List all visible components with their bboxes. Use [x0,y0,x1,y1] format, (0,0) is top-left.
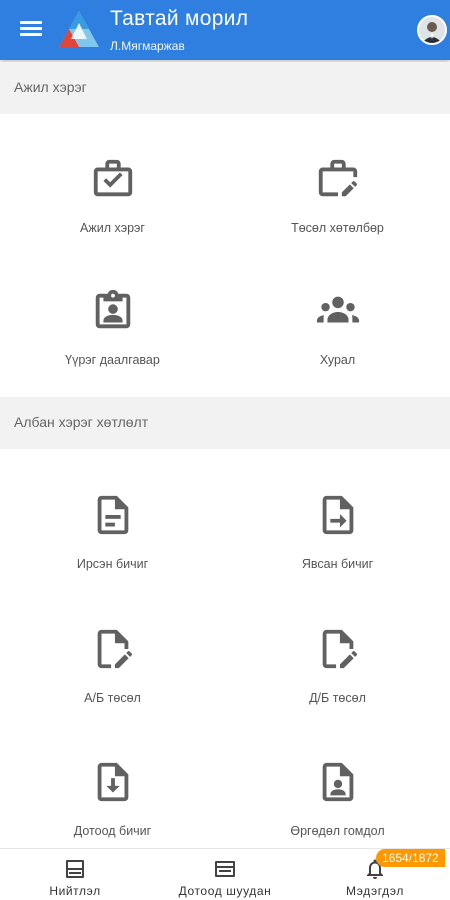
avatar-photo-icon [419,17,445,43]
tile-label: А/Б төсөл [84,691,141,705]
tile-ab-draft[interactable]: А/Б төсөл [0,600,225,730]
tile-meeting[interactable]: Хурал [225,262,450,392]
briefcase-edit-icon [318,159,358,197]
file-download-icon [97,762,129,802]
file-account-icon [322,762,354,802]
user-name: Л.Мягмаржав [110,39,185,53]
notification-count-badge: 1654/1872 [376,849,445,867]
file-document-icon [97,495,129,535]
nav-item-mail[interactable]: Дотоод шуудан [150,849,300,900]
section-title: Албан хэрэг хөтлөлт [14,414,149,430]
app-logo [59,11,99,47]
tile-label: Ажил хэрэг [80,221,145,235]
section-title: Ажил хэрэг [14,79,87,95]
tile-outgoing[interactable]: Явсан бичиг [225,466,450,596]
menu-icon[interactable] [18,18,44,42]
tile-internal[interactable]: Дотоод бичиг [0,733,225,863]
briefcase-check-icon [93,159,133,197]
nav-label: Мэдэгдэл [346,884,404,898]
tile-db-draft[interactable]: Д/Б төсөл [225,600,450,730]
tile-label: Дотоод бичиг [73,824,152,838]
file-send-icon [322,495,354,535]
tile-label: Хурал [319,353,356,367]
section-header-records: Албан хэрэг хөтлөлт [0,397,450,449]
file-edit-icon [322,629,357,669]
avatar[interactable] [417,15,447,45]
tile-label: Үүрэг даалгавар [65,353,160,367]
nav-label: Дотоод шуудан [178,884,272,898]
section-header-work: Ажил хэрэг [0,62,450,114]
tile-complaint[interactable]: Өргөдөл гомдол [225,733,450,863]
tile-label: Д/Б төсөл [309,691,366,705]
app-bar: Тавтай морил Л.Мягмаржав [0,0,450,60]
tile-label: Ирсэн бичиг [76,557,149,571]
nav-item-articles[interactable]: Нийтлэл [0,849,150,900]
tile-work[interactable]: Ажил хэрэг [0,130,225,260]
mailbox-icon [215,861,235,877]
tile-label: Өргөдөл гомдол [290,824,385,838]
tile-label: Төсөл хөтөлбөр [291,221,384,235]
nav-label: Нийтлэл [49,884,101,898]
tile-label: Явсан бичиг [301,557,374,571]
tile-task[interactable]: Үүрэг даалгавар [0,262,225,392]
clipboard-account-icon [95,289,131,329]
welcome-title: Тавтай морил [110,7,249,30]
article-icon [66,860,84,878]
tile-incoming[interactable]: Ирсэн бичиг [0,466,225,596]
group-icon [316,296,360,323]
tile-project[interactable]: Төсөл хөтөлбөр [225,130,450,260]
file-edit-icon [97,629,132,669]
